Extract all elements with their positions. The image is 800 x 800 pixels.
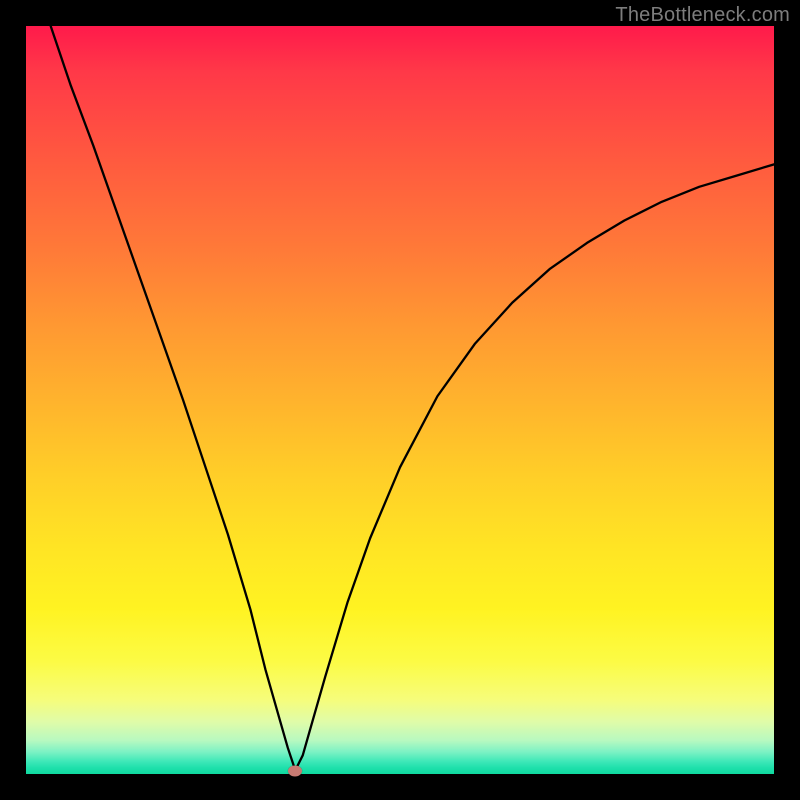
bottleneck-curve bbox=[26, 26, 774, 774]
watermark-text: TheBottleneck.com bbox=[615, 4, 790, 27]
plot-area bbox=[26, 26, 774, 774]
chart-frame: TheBottleneck.com bbox=[0, 0, 800, 800]
optimal-point-marker bbox=[288, 766, 302, 777]
